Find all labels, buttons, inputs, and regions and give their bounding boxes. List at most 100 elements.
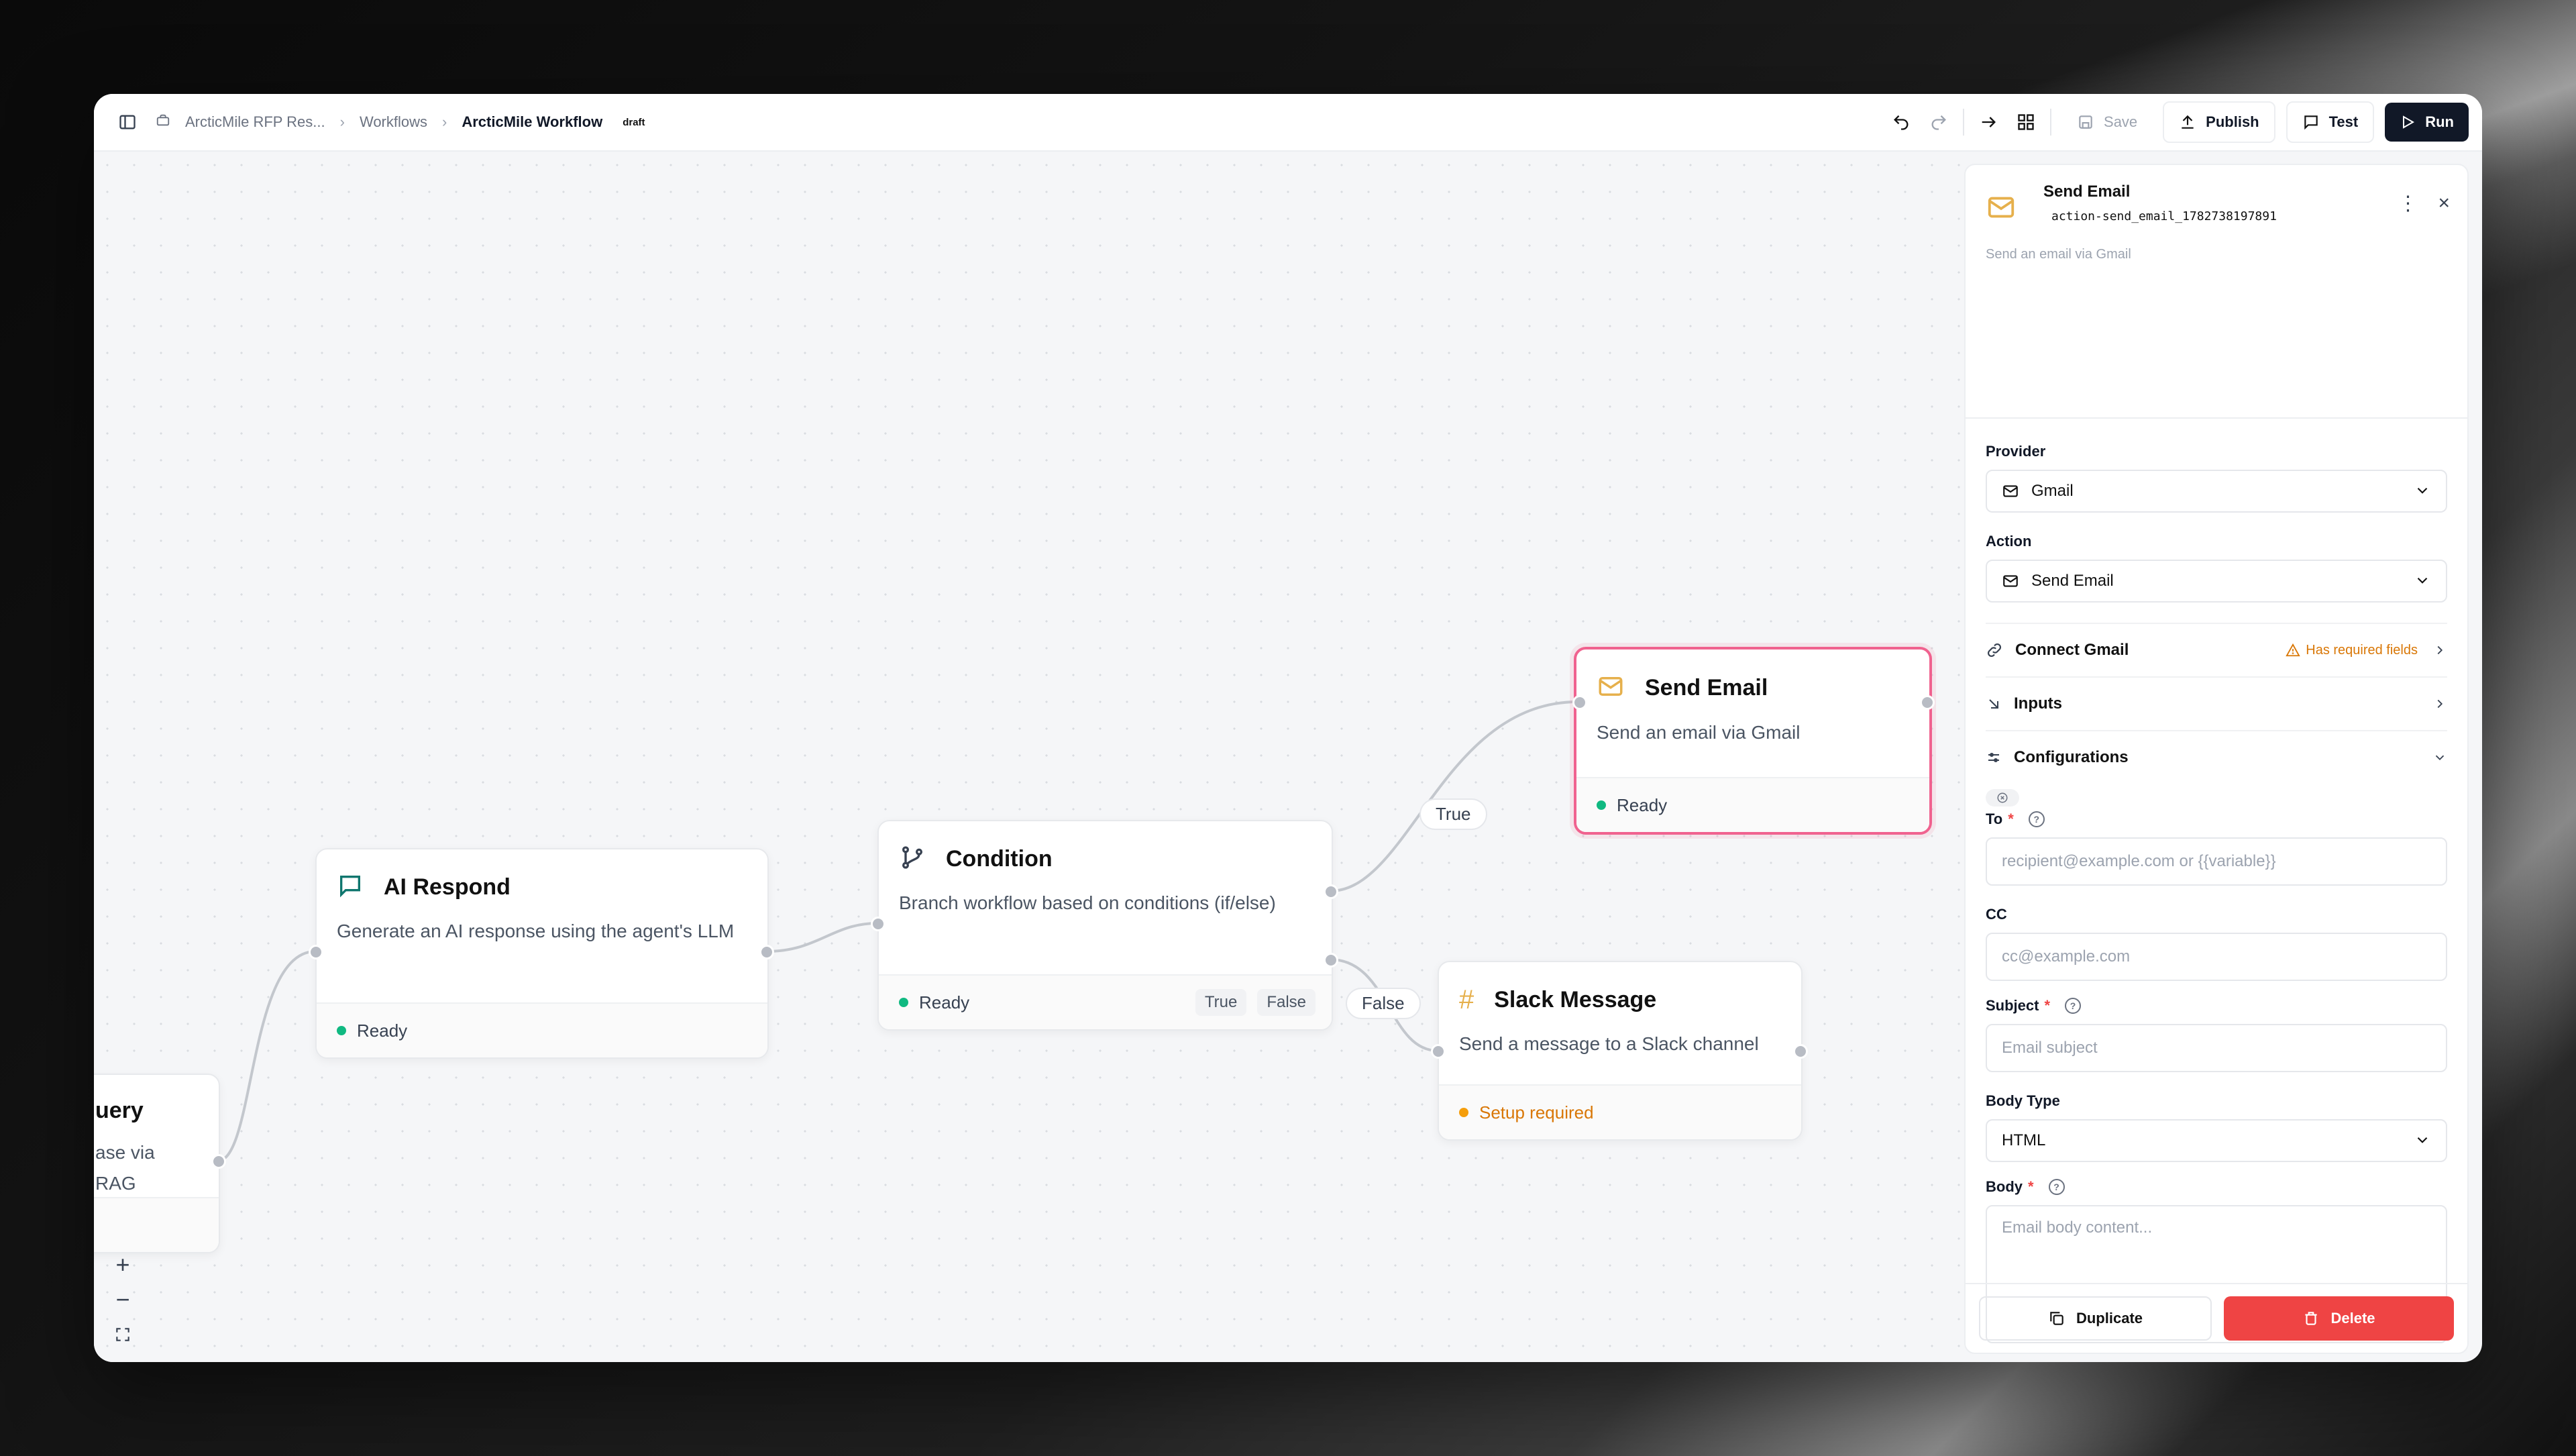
test-label: Test — [2328, 113, 2359, 130]
node-ai-respond[interactable]: AI Respond Generate an AI response using… — [315, 848, 769, 1059]
trash-icon — [2305, 1312, 2318, 1325]
panel-title: Send Email — [2043, 183, 2131, 201]
play-icon — [2403, 115, 2415, 129]
edge-label-false: False — [1346, 988, 1421, 1019]
node-footer: Ready — [317, 1002, 767, 1057]
fit-view-icon[interactable] — [107, 1320, 138, 1349]
delete-button[interactable]: Delete — [2224, 1296, 2454, 1341]
chevron-right-icon — [2437, 699, 2443, 709]
node-send-email[interactable]: Send Email Send an email via Gmail Ready — [1574, 647, 1932, 835]
subject-label-text: Subject — [1986, 997, 2039, 1014]
close-icon[interactable]: × — [2438, 192, 2450, 215]
undo-icon[interactable] — [1888, 109, 1915, 136]
duplicate-button[interactable]: Duplicate — [1979, 1296, 2212, 1341]
chevron-down-icon — [2435, 755, 2445, 761]
breadcrumb-workflows[interactable]: Workflows — [360, 113, 427, 131]
cc-input[interactable]: cc@example.com — [1986, 933, 2447, 981]
run-label: Run — [2425, 113, 2454, 130]
help-icon[interactable]: ? — [2065, 998, 2082, 1014]
node-slack[interactable]: # Slack Message Send a message to a Slac… — [1438, 961, 1803, 1141]
run-button[interactable]: Run — [2385, 103, 2469, 142]
publish-button[interactable]: Publish — [2163, 101, 2275, 143]
status-text: Ready — [357, 1020, 408, 1041]
draft-badge: draft — [623, 116, 645, 128]
breadcrumb-project[interactable]: ArcticMile RFP Res... — [185, 113, 325, 131]
edge-label-true: True — [1419, 798, 1487, 830]
grid-icon[interactable] — [2012, 109, 2039, 136]
zoom-out-icon[interactable]: − — [107, 1286, 138, 1314]
toolbar: Save Publish Test Run — [1888, 94, 2469, 150]
handle-email-in[interactable] — [1572, 695, 1587, 710]
node-footer: Ready True False — [879, 974, 1332, 1029]
chevron-down-icon — [2417, 487, 2428, 494]
body-type-label: Body Type — [1986, 1092, 2060, 1109]
handle-slack-in[interactable] — [1431, 1044, 1446, 1059]
handle-slack-out[interactable] — [1793, 1044, 1808, 1059]
zoom-in-icon[interactable]: + — [107, 1251, 138, 1279]
action-label: Action — [1986, 533, 2032, 550]
subject-input[interactable]: Email subject — [1986, 1024, 2447, 1072]
test-button[interactable]: Test — [2286, 101, 2375, 143]
section-connect[interactable]: Connect Gmail Has required fields — [1986, 623, 2447, 676]
handle-query-out[interactable] — [211, 1154, 226, 1169]
node-title: Send Email — [1645, 675, 1768, 700]
status-dot — [899, 998, 908, 1007]
more-vertical-icon[interactable]: ⋮ — [2398, 192, 2418, 215]
handle-ai-out[interactable] — [759, 945, 774, 959]
node-desc: ase via RAG — [95, 1142, 155, 1194]
false-tag: False — [1257, 989, 1316, 1016]
handle-condition-in[interactable] — [871, 917, 885, 931]
help-icon[interactable]: ? — [2028, 811, 2045, 827]
arrow-down-right-icon — [1989, 699, 1998, 709]
panel-header: Send Email action-send_email_17827381978… — [1966, 165, 2467, 419]
required-star: * — [2028, 1178, 2034, 1195]
link-icon — [1988, 643, 2001, 657]
true-tag: True — [1195, 989, 1247, 1016]
save-button[interactable]: Save — [2062, 103, 2152, 142]
handle-email-out[interactable] — [1920, 695, 1935, 710]
edge-query-ai — [217, 950, 316, 1162]
node-title: AI Respond — [384, 874, 511, 900]
node-desc: Generate an AI response using the agent'… — [337, 921, 735, 941]
mail-icon — [2003, 575, 2018, 587]
handle-condition-false[interactable] — [1324, 953, 1338, 968]
save-label: Save — [2104, 113, 2138, 130]
node-config-panel: Send Email action-send_email_17827381978… — [1964, 164, 2469, 1354]
section-configurations[interactable]: Configurations — [1986, 730, 2447, 784]
help-icon[interactable]: ? — [2048, 1179, 2065, 1195]
section-inputs[interactable]: Inputs — [1986, 676, 2447, 730]
status-text: Ready — [1617, 794, 1668, 815]
folder-icon — [156, 113, 170, 132]
redo-icon[interactable] — [1925, 109, 1952, 136]
handle-condition-true[interactable] — [1324, 884, 1338, 899]
panel-footer: Duplicate Delete — [1966, 1283, 2467, 1353]
section-connect-label: Connect Gmail — [2015, 641, 2129, 659]
action-select[interactable]: Send Email — [1986, 560, 2447, 603]
required-star: * — [2044, 997, 2051, 1014]
to-input[interactable]: recipient@example.com or {{variable}} — [1986, 837, 2447, 886]
save-icon — [2079, 115, 2092, 129]
node-desc: Send an email via Gmail — [1597, 722, 1801, 743]
sidebar-toggle-icon[interactable] — [114, 109, 141, 136]
to-label-text: To — [1986, 811, 2003, 827]
node-condition[interactable]: Condition Branch workflow based on condi… — [877, 820, 1333, 1031]
mail-icon — [1597, 672, 1625, 704]
workflow-canvas[interactable]: uery ase via RAG AI Respond Generate an … — [94, 152, 1966, 1362]
message-icon — [2304, 115, 2318, 130]
body-label: Body * ? — [1986, 1178, 2447, 1196]
provider-select[interactable]: Gmail — [1986, 470, 2447, 513]
app-window: ArcticMile RFP Res... › Workflows › Arct… — [94, 94, 2482, 1362]
publish-label: Publish — [2206, 113, 2259, 130]
handle-ai-in[interactable] — [309, 945, 323, 959]
arrow-right-icon[interactable] — [1975, 109, 2002, 136]
section-configurations-label: Configurations — [2014, 748, 2129, 766]
section-inputs-label: Inputs — [2014, 694, 2062, 713]
chevron-right-icon: › — [339, 113, 345, 130]
toolbar-divider — [2050, 109, 2052, 136]
status-dot — [1597, 800, 1606, 810]
breadcrumb: ArcticMile RFP Res... › Workflows › Arct… — [94, 109, 651, 136]
node-query[interactable]: uery ase via RAG — [94, 1074, 220, 1253]
clear-chip[interactable] — [1986, 789, 2019, 807]
required-warning-text: Has required fields — [2306, 642, 2418, 658]
body-type-select[interactable]: HTML — [1986, 1119, 2447, 1162]
